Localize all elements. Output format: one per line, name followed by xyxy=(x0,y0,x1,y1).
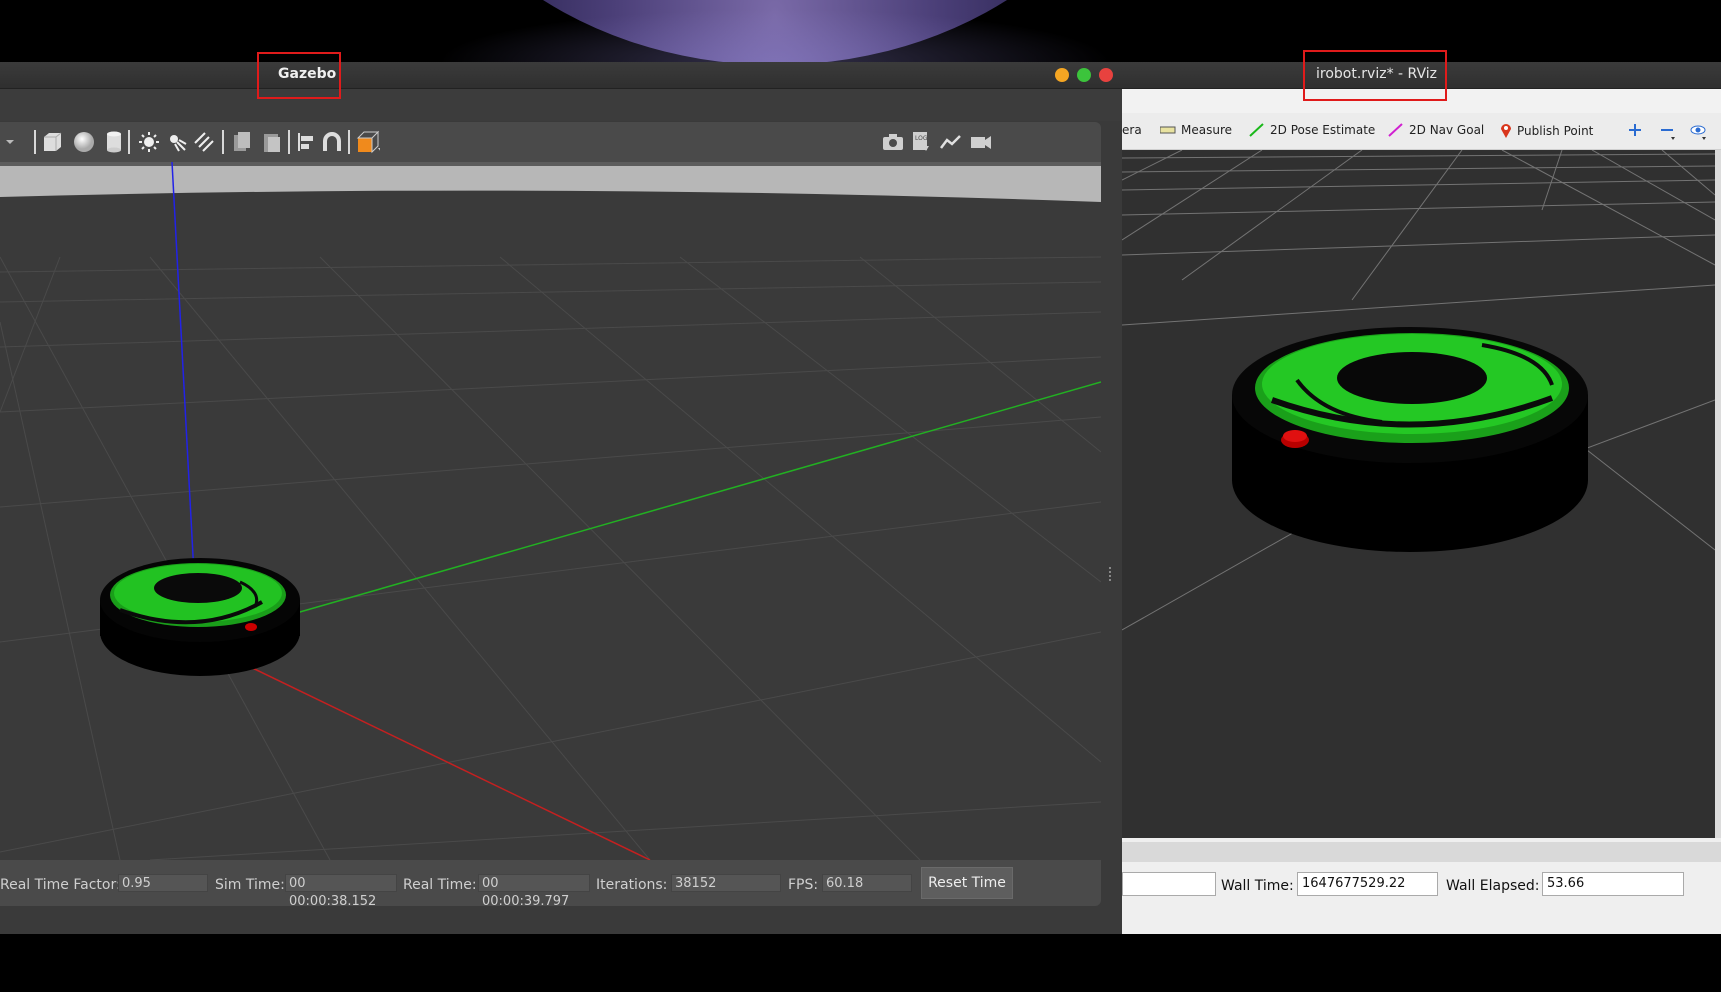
toolbar-separator xyxy=(34,130,36,154)
log-icon[interactable]: LOG xyxy=(908,131,934,153)
add-tool-button[interactable] xyxy=(1628,123,1647,137)
cylinder-icon[interactable] xyxy=(102,131,126,153)
tool-measure[interactable]: Measure xyxy=(1160,123,1232,137)
tool-nav-goal-label: 2D Nav Goal xyxy=(1409,123,1485,137)
fps-field: 60.18 xyxy=(822,874,912,892)
rviz-time-panel: Wall Time: 1647677529.22 Wall Elapsed: 5… xyxy=(1122,862,1721,934)
gazebo-window: Gazebo LOG Real Time Factor: 0.95 Sim Ti… xyxy=(0,62,1122,934)
iterations-label: Iterations: xyxy=(596,877,668,893)
sim-time-label: Sim Time: xyxy=(215,877,285,893)
sphere-icon[interactable] xyxy=(72,131,96,153)
paste-icon[interactable] xyxy=(260,131,284,153)
wall-elapsed-label: Wall Elapsed: xyxy=(1446,878,1540,894)
minus-icon xyxy=(1661,129,1675,140)
rviz-panel-divider[interactable] xyxy=(1122,842,1721,862)
screenshot-icon[interactable] xyxy=(880,131,906,153)
gazebo-menubar xyxy=(0,89,1122,121)
real-time-factor-label: Real Time Factor: xyxy=(0,877,121,893)
minimize-button[interactable] xyxy=(1055,68,1069,82)
toolbar-separator xyxy=(288,130,290,154)
directional-light-icon[interactable] xyxy=(193,131,217,153)
desktop-glow xyxy=(380,0,1170,62)
gazebo-splitter-handle[interactable] xyxy=(1104,162,1116,902)
gazebo-status-bar: Real Time Factor: 0.95 Sim Time: 00 00:0… xyxy=(0,860,1101,909)
align-icon[interactable] xyxy=(294,131,318,153)
toolbar-separator xyxy=(348,130,350,154)
record-icon[interactable] xyxy=(968,131,994,153)
fps-label: FPS: xyxy=(788,877,819,893)
tool-publish-point[interactable]: Publish Point xyxy=(1500,123,1593,139)
dropdown-icon[interactable] xyxy=(2,131,18,153)
real-time-label: Real Time: xyxy=(403,877,477,893)
view-angle-icon[interactable] xyxy=(356,130,380,154)
maximize-button[interactable] xyxy=(1077,68,1091,82)
magenta-arrow-icon xyxy=(1388,123,1403,137)
wall-elapsed-field: 53.66 xyxy=(1542,872,1684,896)
spot-light-icon[interactable] xyxy=(165,131,189,153)
plot-icon[interactable] xyxy=(938,131,964,153)
green-arrow-icon xyxy=(1249,123,1264,137)
snap-icon[interactable] xyxy=(320,131,344,153)
gazebo-toolbar: LOG xyxy=(0,122,1101,163)
box-icon[interactable] xyxy=(40,131,64,153)
rviz-title-highlight xyxy=(1303,50,1447,101)
copy-icon[interactable] xyxy=(230,131,254,153)
view-tool-button[interactable] xyxy=(1690,123,1713,141)
eye-icon xyxy=(1690,125,1706,140)
wall-time-field: 1647677529.22 xyxy=(1297,872,1438,896)
svg-text:LOG: LOG xyxy=(915,135,928,142)
gazebo-title-highlight xyxy=(257,52,341,99)
toolbar-separator xyxy=(222,130,224,154)
map-pin-icon xyxy=(1501,124,1511,138)
plus-icon xyxy=(1629,124,1641,136)
rviz-tool-toolbar: era Measure 2D Pose Estimate 2D Nav Goal… xyxy=(1122,113,1721,150)
gazebo-titlebar[interactable]: Gazebo xyxy=(0,62,1122,89)
gazebo-3d-scene[interactable] xyxy=(0,162,1101,860)
toolbar-separator xyxy=(128,130,130,154)
real-time-factor-field: 0.95 xyxy=(118,874,208,892)
rviz-window: irobot.rviz* - RViz era Measure 2D Pose … xyxy=(1122,62,1721,934)
ros-elapsed-field xyxy=(1122,872,1216,896)
tool-measure-label: Measure xyxy=(1181,123,1232,137)
ruler-icon xyxy=(1160,126,1176,134)
tool-2d-nav-goal[interactable]: 2D Nav Goal xyxy=(1388,123,1484,137)
tool-pose-estimate-label: 2D Pose Estimate xyxy=(1270,123,1376,137)
tool-publish-point-label: Publish Point xyxy=(1517,124,1594,138)
tool-2d-pose-estimate[interactable]: 2D Pose Estimate xyxy=(1249,123,1375,137)
tool-camera-label: era xyxy=(1122,123,1142,137)
tool-camera-partial[interactable]: era xyxy=(1122,123,1142,137)
rviz-view-scrollbar[interactable] xyxy=(1715,150,1721,838)
reset-time-button[interactable]: Reset Time xyxy=(921,867,1013,899)
point-light-icon[interactable] xyxy=(137,131,161,153)
rviz-3d-view[interactable] xyxy=(1122,150,1715,838)
iterations-field: 38152 xyxy=(671,874,781,892)
sim-time-field: 00 00:00:38.152 xyxy=(285,874,397,909)
real-time-field: 00 00:00:39.797 xyxy=(478,874,590,909)
close-button[interactable] xyxy=(1099,68,1113,82)
remove-tool-button[interactable] xyxy=(1660,123,1681,141)
wall-time-label: Wall Time: xyxy=(1221,878,1294,894)
